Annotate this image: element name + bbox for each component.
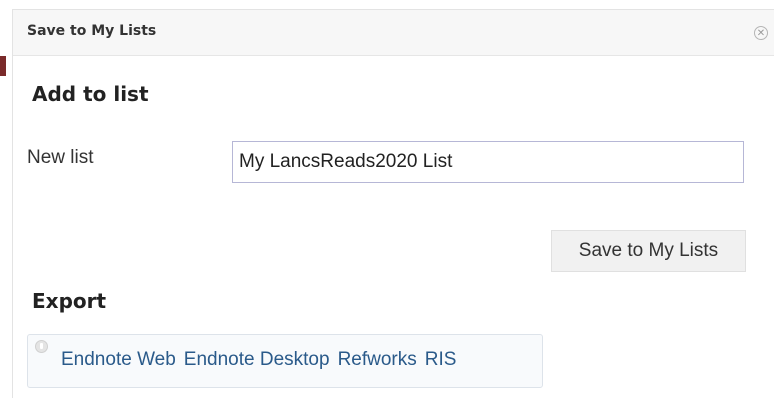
export-refworks-link[interactable]: Refworks (338, 349, 417, 370)
new-list-label: New list (27, 147, 94, 168)
export-endnote-web-link[interactable]: Endnote Web (61, 349, 176, 370)
export-ris-link[interactable]: RIS (425, 349, 457, 370)
new-list-input[interactable] (232, 141, 744, 183)
save-to-my-lists-dialog: Save to My Lists ✕ Add to list New list … (12, 9, 774, 398)
export-endnote-desktop-link[interactable]: Endnote Desktop (184, 349, 330, 370)
dialog-titlebar: Save to My Lists ✕ (13, 10, 774, 56)
export-options-box: Endnote Web Endnote Desktop Refworks RIS (27, 334, 543, 388)
export-links: Endnote Web Endnote Desktop Refworks RIS (61, 349, 464, 371)
close-icon[interactable]: ✕ (754, 26, 768, 40)
background-page-fragment (0, 56, 6, 76)
export-heading: Export (32, 289, 107, 313)
save-to-my-lists-button[interactable]: Save to My Lists (551, 230, 746, 272)
dialog-title: Save to My Lists (27, 23, 157, 39)
pushpin-icon (35, 340, 48, 353)
add-to-list-heading: Add to list (32, 82, 149, 106)
